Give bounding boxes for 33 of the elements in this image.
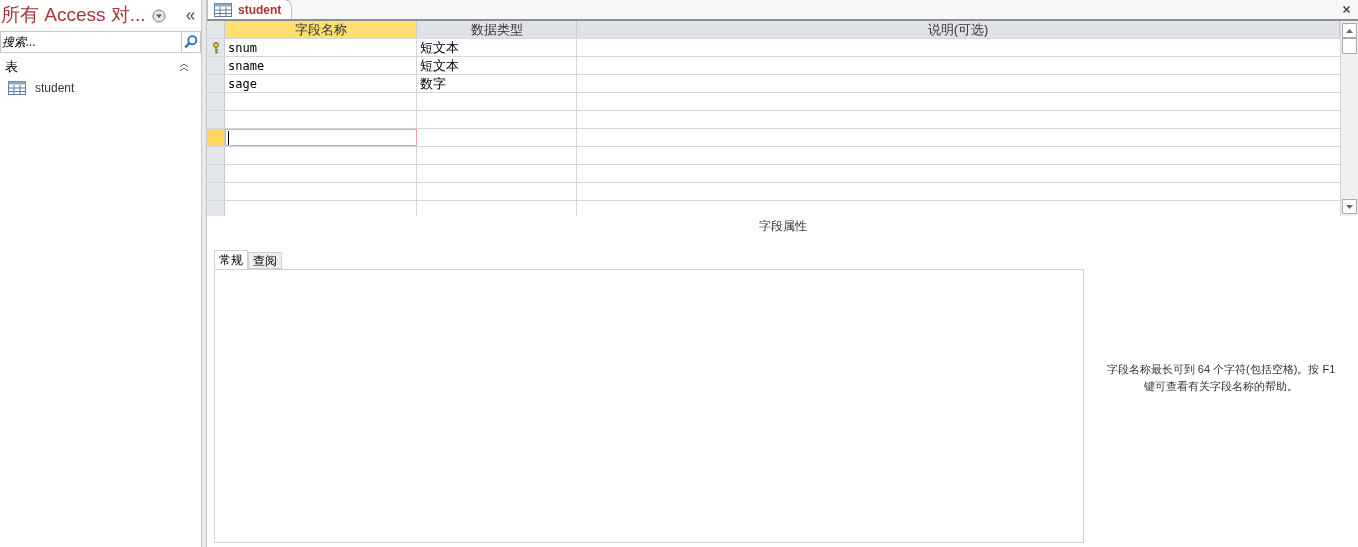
text-cursor bbox=[228, 130, 229, 145]
field-name-cell[interactable]: sname bbox=[225, 57, 417, 74]
group-header[interactable]: 表 bbox=[5, 57, 18, 77]
search-icon[interactable] bbox=[181, 31, 201, 53]
table-icon bbox=[214, 2, 232, 17]
search-field[interactable]: 搜索... bbox=[0, 31, 181, 53]
document-tab[interactable]: student bbox=[207, 0, 293, 19]
column-header[interactable]: 数据类型 bbox=[417, 21, 577, 38]
row-selector[interactable] bbox=[207, 39, 225, 56]
dropdown-icon[interactable] bbox=[151, 8, 166, 23]
data-type-cell[interactable]: 数字 bbox=[417, 75, 577, 92]
collapse-icon[interactable] bbox=[179, 62, 189, 72]
nav-item[interactable]: student bbox=[0, 77, 201, 99]
field-name-cell[interactable]: sage bbox=[225, 75, 417, 92]
field-name-cell[interactable] bbox=[225, 129, 417, 146]
key-icon bbox=[211, 41, 220, 54]
column-header[interactable]: 说明(可选) bbox=[577, 21, 1340, 38]
property-tab[interactable]: 查阅 bbox=[248, 252, 282, 269]
data-type-cell[interactable]: 短文本 bbox=[417, 39, 577, 56]
pane-title: 所有 Access 对... bbox=[1, 3, 146, 28]
column-header[interactable]: 字段名称 bbox=[225, 21, 417, 38]
collapse-pane-icon[interactable] bbox=[186, 11, 195, 20]
property-tab[interactable]: 常规 bbox=[214, 250, 248, 270]
scrollbar-thumb[interactable] bbox=[1342, 38, 1357, 54]
scroll-up-icon[interactable] bbox=[1346, 28, 1353, 33]
scroll-down-icon[interactable] bbox=[1346, 204, 1353, 209]
table-icon bbox=[8, 81, 26, 95]
section-title: 字段属性 bbox=[758, 218, 807, 235]
help-text: 字段名称最长可到 64 个字符(包括空格)。按 F1 键可查看有关字段名称的帮助。 bbox=[1105, 361, 1337, 394]
vertical-scrollbar[interactable] bbox=[1340, 21, 1358, 216]
field-name-cell[interactable]: snum bbox=[225, 39, 417, 56]
data-type-cell[interactable]: 短文本 bbox=[417, 57, 577, 74]
close-icon[interactable] bbox=[1343, 6, 1350, 13]
